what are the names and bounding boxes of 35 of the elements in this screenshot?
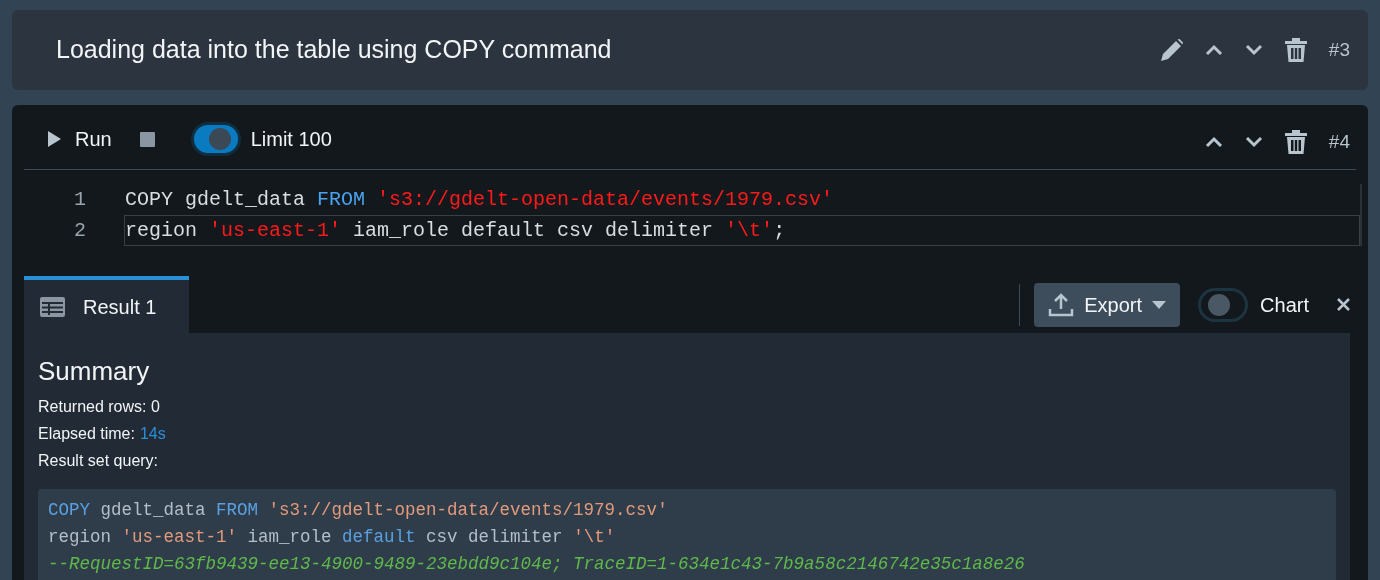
toggle-switch[interactable]: [190, 122, 241, 156]
trash-icon[interactable]: [1284, 38, 1307, 62]
elapsed-value: 14s: [139, 424, 166, 444]
line-number: 2: [73, 217, 86, 244]
chevron-up-icon[interactable]: [1204, 44, 1223, 56]
query-line: region 'us-east-1' iam_role default csv delimiter '\t': [48, 526, 617, 549]
returned-rows: Returned rows: 0: [38, 393, 1336, 420]
toggle-switch[interactable]: [1198, 287, 1249, 322]
query-label: Result set query:: [38, 451, 160, 471]
chevron-up-icon[interactable]: [1204, 136, 1223, 148]
stop-icon[interactable]: [139, 131, 155, 147]
caret-icon: [1152, 300, 1167, 309]
chevron-down-icon[interactable]: [1244, 136, 1263, 148]
result-tab[interactable]: Result 1: [24, 276, 189, 333]
play-icon: [48, 131, 61, 147]
line-number: 1: [73, 186, 86, 213]
upload-icon: [1048, 292, 1075, 317]
trash-icon[interactable]: [1284, 130, 1307, 154]
cell-title: Loading data into the table using COPY command: [56, 34, 613, 66]
summary-heading: Summary: [38, 355, 151, 388]
table-icon: [40, 296, 65, 317]
code-editor[interactable]: 1 COPY gdelt_data FROM 's3://gdelt-open-data/events/1979.csv' 2 region 'us-east-1' iam_role default csv delimiter '\t';: [24, 184, 1362, 246]
run-button[interactable]: Run: [48, 124, 112, 154]
chart-label: Chart: [1260, 292, 1309, 318]
query-line: --RequestID=63fb9439-ee13-4900-9489-23ebdd9c104e; TraceID=1-634e1c43-7b9a58c2146742e35c1a8e26: [48, 553, 1026, 576]
pencil-icon[interactable]: [1160, 39, 1183, 61]
query-line: COPY gdelt_data FROM 's3://gdelt-open-data/events/1979.csv': [48, 499, 669, 522]
cell-number: #4: [1328, 129, 1350, 154]
chevron-down-icon[interactable]: [1244, 44, 1263, 56]
elapsed-label: Elapsed time:: [38, 424, 135, 444]
limit-label: Limit 100: [250, 127, 332, 152]
code-line: COPY gdelt_data FROM 's3://gdelt-open-data/events/1979.csv': [124, 186, 835, 213]
close-icon[interactable]: [1337, 298, 1350, 311]
cell-number: #3: [1328, 37, 1350, 62]
export-button[interactable]: Export: [1034, 282, 1181, 327]
